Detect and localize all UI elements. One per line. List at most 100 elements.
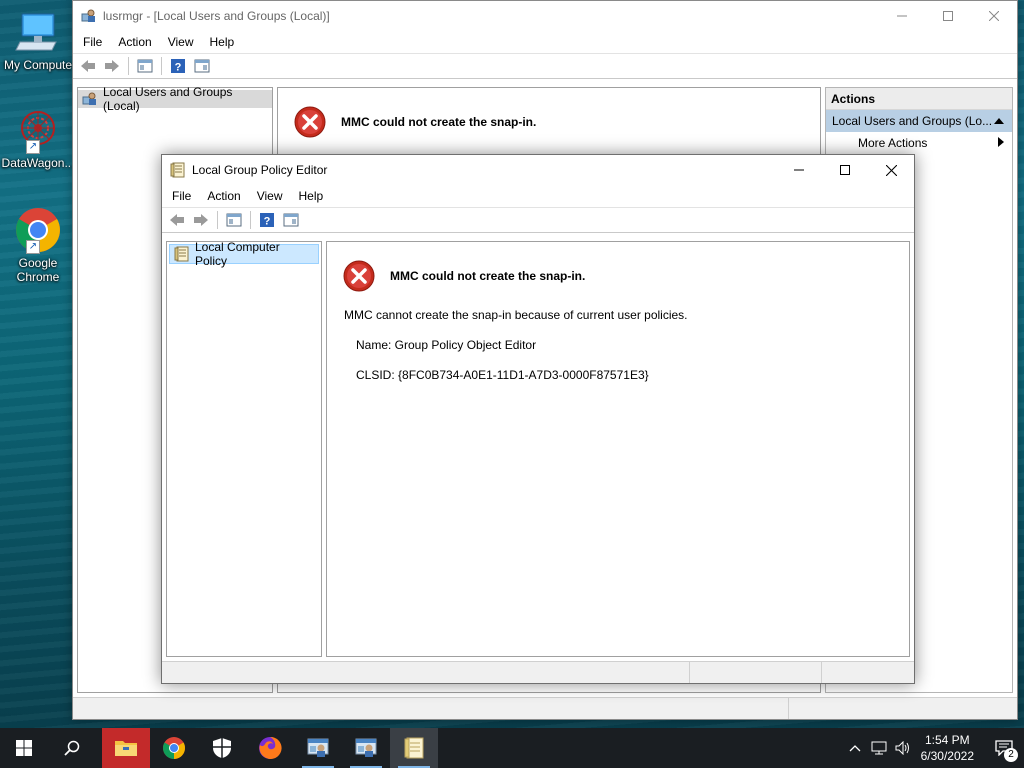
show-hidden-icons-chevron-icon[interactable] — [843, 728, 867, 768]
forward-button[interactable] — [101, 55, 123, 77]
error-title: MMC could not create the snap-in. — [390, 269, 586, 283]
submenu-arrow-icon — [998, 132, 1004, 154]
gpedit-app-icon — [170, 162, 186, 178]
tree-item-label: Local Computer Policy — [195, 240, 280, 268]
desktop-icon-label: My Compute — [3, 58, 73, 72]
status-bar — [73, 697, 1017, 719]
taskbar-gpedit[interactable] — [390, 728, 438, 768]
desktop-icon-my-computer[interactable]: My Compute — [0, 8, 76, 72]
clock[interactable]: 1:54 PM 6/30/2022 — [915, 732, 984, 764]
policy-icon — [174, 246, 190, 262]
lusrmgr-app-icon — [81, 8, 97, 24]
start-button[interactable] — [0, 728, 48, 768]
chrome-icon: ↗ — [14, 206, 62, 254]
menu-view[interactable]: View — [249, 189, 291, 203]
windows-logo-icon — [16, 740, 32, 756]
shortcut-arrow-icon: ↗ — [26, 140, 40, 154]
datawagon-icon: ↗ — [14, 106, 62, 154]
system-tray: 1:54 PM 6/30/2022 2 — [843, 728, 1024, 768]
action-center-button[interactable]: 2 — [984, 728, 1024, 768]
tree-item-local-computer-policy[interactable]: Local Computer Policy — [169, 240, 319, 268]
mmc-icon — [307, 738, 329, 757]
collapse-up-icon[interactable] — [994, 110, 1004, 132]
menu-help[interactable]: Help — [291, 189, 332, 203]
file-explorer-icon — [115, 741, 137, 756]
gpedit-icon — [404, 737, 424, 759]
computer-icon — [14, 8, 62, 56]
menu-file[interactable]: File — [164, 189, 199, 203]
maximize-button[interactable] — [925, 1, 971, 31]
minimize-button[interactable] — [776, 155, 822, 185]
help-button[interactable]: ? — [256, 209, 278, 231]
help-button[interactable]: ? — [167, 55, 189, 77]
close-button[interactable] — [971, 1, 1017, 31]
notification-count-badge: 2 — [1004, 748, 1018, 762]
gpedit-window[interactable]: Local Group Policy Editor File Action Vi… — [161, 154, 915, 684]
volume-icon[interactable] — [891, 728, 915, 768]
status-segment — [162, 662, 690, 683]
desktop-icon-google-chrome[interactable]: ↗ Google Chrome — [0, 206, 76, 284]
back-button[interactable] — [166, 209, 188, 231]
actions-section-label: Local Users and Groups (Lo... — [832, 114, 993, 128]
snapin-name-line: Name: Group Policy Object Editor — [356, 338, 537, 352]
show-hide-console-tree-button[interactable] — [223, 209, 245, 231]
search-icon — [64, 740, 80, 756]
menu-help[interactable]: Help — [202, 35, 243, 49]
firefox-icon — [259, 736, 282, 759]
error-icon — [294, 106, 326, 138]
taskbar-windows-security[interactable] — [198, 728, 246, 768]
title-bar[interactable]: lusrmgr - [Local Users and Groups (Local… — [73, 1, 1017, 31]
search-button[interactable] — [48, 728, 96, 768]
show-hide-action-pane-button[interactable] — [191, 55, 213, 77]
more-actions-label: More Actions — [858, 136, 928, 150]
clock-date: 6/30/2022 — [920, 749, 974, 763]
show-hide-console-tree-button[interactable] — [134, 55, 156, 77]
snapin-clsid-line: CLSID: {8FC0B734-A0E1-11D1-A7D3-0000F875… — [356, 368, 649, 382]
toolbar: ? — [162, 207, 914, 233]
window-title: lusrmgr - [Local Users and Groups (Local… — [103, 9, 330, 23]
desktop-icon-label: Google Chrome — [16, 256, 60, 284]
taskbar-file-explorer[interactable] — [102, 728, 150, 768]
menu-file[interactable]: File — [75, 35, 110, 49]
menu-view[interactable]: View — [160, 35, 202, 49]
taskbar-lusrmgr[interactable] — [294, 728, 342, 768]
show-hide-action-pane-button[interactable] — [280, 209, 302, 231]
more-actions-item[interactable]: More Actions — [826, 132, 1012, 154]
actions-section-local-users-and-groups[interactable]: Local Users and Groups (Lo... — [826, 110, 1012, 132]
desktop-icon-label: DataWagon... — [1, 156, 75, 170]
back-button[interactable] — [77, 55, 99, 77]
security-shield-icon — [213, 738, 231, 758]
mmc-icon — [355, 738, 377, 757]
taskbar-mmc[interactable] — [342, 728, 390, 768]
menu-action[interactable]: Action — [110, 35, 159, 49]
title-bar[interactable]: Local Group Policy Editor — [162, 155, 914, 185]
menu-bar: File Action View Help — [162, 185, 914, 207]
maximize-button[interactable] — [822, 155, 868, 185]
toolbar-separator — [128, 57, 129, 75]
taskbar-chrome[interactable] — [150, 728, 198, 768]
taskbar-firefox[interactable] — [246, 728, 294, 768]
minimize-button[interactable] — [879, 1, 925, 31]
actions-header: Actions — [826, 88, 1012, 110]
error-icon — [343, 260, 375, 292]
window-title: Local Group Policy Editor — [192, 163, 328, 177]
toolbar-separator — [250, 211, 251, 229]
status-segment — [789, 698, 1009, 719]
toolbar-separator — [217, 211, 218, 229]
error-title: MMC could not create the snap-in. — [341, 115, 537, 129]
error-header: MMC could not create the snap-in. — [327, 242, 909, 292]
forward-button[interactable] — [190, 209, 212, 231]
status-segment — [822, 662, 914, 683]
error-header: MMC could not create the snap-in. — [278, 88, 820, 138]
network-icon[interactable] — [867, 728, 891, 768]
shortcut-arrow-icon: ↗ — [26, 240, 40, 254]
toolbar-separator — [161, 57, 162, 75]
close-button[interactable] — [868, 155, 914, 185]
desktop-icon-datawagon[interactable]: ↗ DataWagon... — [0, 106, 76, 170]
status-segment — [73, 698, 789, 719]
taskbar: 1:54 PM 6/30/2022 2 — [0, 728, 1024, 768]
menu-action[interactable]: Action — [199, 189, 248, 203]
status-segment — [690, 662, 822, 683]
console-tree-pane: Local Computer Policy — [166, 240, 322, 657]
tree-item-local-users-and-groups[interactable]: Local Users and Groups (Local) — [78, 85, 272, 113]
